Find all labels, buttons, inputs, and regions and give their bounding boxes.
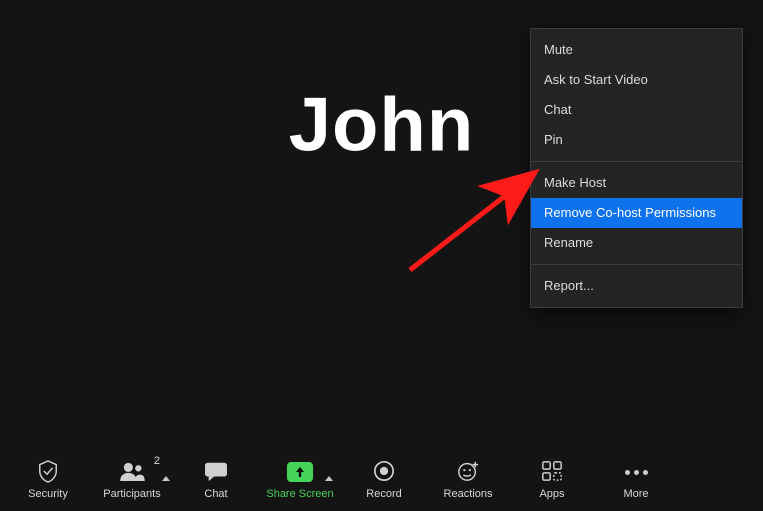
menu-remove-cohost[interactable]: Remove Co-host Permissions bbox=[531, 198, 742, 228]
share-screen-icon bbox=[287, 462, 313, 482]
apps-button[interactable]: Apps bbox=[510, 447, 594, 511]
reactions-button[interactable]: Reactions bbox=[426, 447, 510, 511]
security-button[interactable]: Security bbox=[6, 447, 90, 511]
reactions-label: Reactions bbox=[444, 488, 493, 500]
more-icon bbox=[625, 470, 648, 475]
participants-label: Participants bbox=[103, 488, 160, 500]
participants-icon bbox=[118, 461, 146, 484]
chat-label: Chat bbox=[204, 488, 227, 500]
chat-button[interactable]: Chat bbox=[174, 447, 258, 511]
menu-mute[interactable]: Mute bbox=[531, 35, 742, 65]
participants-button[interactable]: 2 Participants bbox=[90, 447, 174, 511]
menu-separator bbox=[531, 264, 742, 265]
security-label: Security bbox=[28, 488, 68, 500]
video-stage: John Mute Ask to Start Video Chat Pin Ma… bbox=[0, 0, 763, 511]
menu-report[interactable]: Report... bbox=[531, 271, 742, 301]
chat-icon bbox=[204, 460, 228, 485]
shield-icon bbox=[37, 459, 59, 486]
share-screen-label: Share Screen bbox=[266, 488, 333, 500]
record-label: Record bbox=[366, 488, 401, 500]
more-button[interactable]: More bbox=[594, 447, 678, 511]
participants-count: 2 bbox=[154, 455, 160, 467]
menu-rename[interactable]: Rename bbox=[531, 228, 742, 258]
chevron-up-icon[interactable] bbox=[162, 476, 170, 481]
record-icon bbox=[373, 460, 395, 485]
meeting-toolbar: Security 2 Participants bbox=[0, 447, 763, 511]
more-label: More bbox=[623, 488, 648, 500]
apps-label: Apps bbox=[539, 488, 564, 500]
participant-name: John bbox=[289, 82, 475, 169]
apps-icon bbox=[541, 460, 563, 485]
share-screen-button[interactable]: Share Screen bbox=[258, 447, 342, 511]
menu-make-host[interactable]: Make Host bbox=[531, 168, 742, 198]
menu-pin[interactable]: Pin bbox=[531, 125, 742, 155]
record-button[interactable]: Record bbox=[342, 447, 426, 511]
menu-separator bbox=[531, 161, 742, 162]
reactions-icon bbox=[456, 460, 480, 485]
participant-context-menu: Mute Ask to Start Video Chat Pin Make Ho… bbox=[530, 28, 743, 308]
menu-chat[interactable]: Chat bbox=[531, 95, 742, 125]
chevron-up-icon[interactable] bbox=[325, 476, 333, 481]
menu-ask-start-video[interactable]: Ask to Start Video bbox=[531, 65, 742, 95]
